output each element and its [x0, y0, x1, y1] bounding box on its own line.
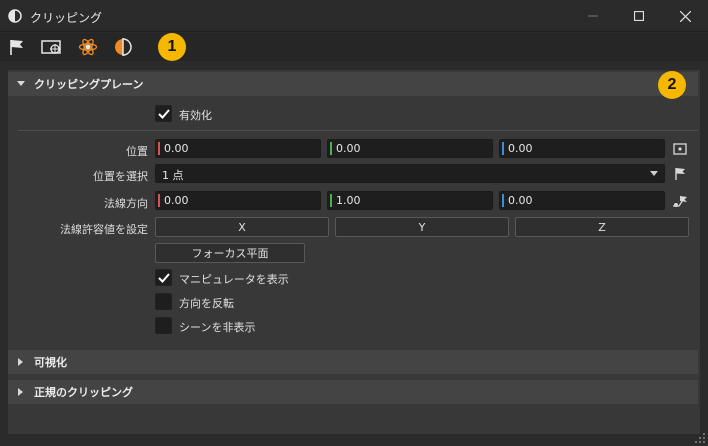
normal-x-value: 0.00 — [164, 194, 189, 207]
pick-normal-button[interactable] — [672, 193, 688, 209]
half-circle-clip-icon — [115, 38, 132, 56]
frame-center-button[interactable] — [672, 141, 688, 157]
show-manipulator-checkbox[interactable] — [155, 269, 172, 286]
maximize-button[interactable] — [616, 0, 662, 32]
normal-z-value: 0.00 — [508, 194, 533, 207]
resize-grip-icon[interactable] — [694, 432, 706, 444]
window-title: クリッピング — [30, 11, 103, 25]
enabled-label: 有効化 — [179, 109, 212, 122]
x-axis-marker — [158, 194, 160, 207]
expanded-triangle-icon — [8, 81, 34, 87]
maximize-icon — [634, 11, 644, 21]
section-visualize-header[interactable]: 可視化 — [8, 350, 698, 374]
checkmark-icon — [157, 272, 170, 283]
app-half-circle-icon — [8, 9, 22, 23]
collapsed-triangle-icon — [8, 388, 34, 396]
flip-direction-label: 方向を反転 — [179, 297, 234, 310]
divider — [18, 130, 698, 131]
collapsed-triangle-icon — [8, 358, 34, 366]
hide-scene-label: シーンを非表示 — [179, 321, 256, 334]
pick-flag-button[interactable] — [672, 166, 688, 182]
pick-position-label: 位置を選択 — [93, 170, 148, 183]
close-icon — [679, 10, 691, 22]
set-normal-label: 法線許容値を設定 — [60, 223, 148, 236]
flip-direction-checkbox[interactable] — [155, 293, 172, 310]
pick-position-value: 1 点 — [162, 169, 184, 182]
y-axis-marker — [330, 142, 332, 155]
position-x-value: 0.00 — [164, 142, 189, 155]
section-clipping-plane-header[interactable]: クリッピングプレーン — [8, 72, 698, 96]
normal-y-field[interactable]: 1.00 — [327, 191, 493, 210]
section-regular-clipping-header[interactable]: 正規のクリッピング — [8, 380, 698, 404]
position-x-field[interactable]: 0.00 — [155, 139, 321, 158]
pick-position-select[interactable]: 1 点 — [155, 164, 665, 183]
pick-normal-icon — [673, 196, 687, 207]
section-title: クリッピングプレーン — [34, 78, 144, 91]
normal-y-value: 1.00 — [336, 194, 361, 207]
flag-icon — [675, 168, 685, 180]
camera-target-icon — [41, 40, 61, 54]
close-button[interactable] — [662, 0, 708, 32]
callout-badge-2: 2 — [658, 71, 686, 99]
atom-gear-icon — [78, 38, 98, 56]
z-axis-marker — [502, 194, 504, 207]
position-label: 位置 — [126, 145, 148, 158]
title-bar: クリッピング — [0, 0, 708, 32]
normal-direction-label: 法線方向 — [104, 197, 148, 210]
enabled-checkbox[interactable] — [155, 105, 172, 122]
frame-center-icon — [673, 143, 687, 155]
half-circle-clip-button[interactable] — [112, 36, 134, 58]
minimize-button[interactable] — [570, 0, 616, 32]
set-normal-z-button[interactable]: Z — [515, 217, 689, 237]
minimize-icon — [588, 15, 598, 17]
show-manipulator-label: マニピュレータを表示 — [179, 273, 289, 286]
z-axis-marker — [502, 142, 504, 155]
x-axis-marker — [158, 142, 160, 155]
hide-scene-checkbox[interactable] — [155, 317, 172, 334]
toolbar — [0, 33, 708, 61]
position-z-value: 0.00 — [508, 142, 533, 155]
focus-plane-button[interactable]: フォーカス平面 — [155, 243, 305, 263]
position-y-value: 0.00 — [336, 142, 361, 155]
section-title: 可視化 — [34, 356, 67, 369]
position-y-field[interactable]: 0.00 — [327, 139, 493, 158]
camera-target-button[interactable] — [40, 36, 64, 58]
atom-gear-button[interactable] — [77, 36, 99, 58]
flag-button[interactable] — [6, 36, 28, 58]
set-normal-x-button[interactable]: X — [155, 217, 329, 237]
y-axis-marker — [330, 194, 332, 207]
callout-badge-1: 1 — [158, 33, 186, 61]
normal-x-field[interactable]: 0.00 — [155, 191, 321, 210]
checkmark-icon — [157, 108, 170, 119]
section-title: 正規のクリッピング — [34, 386, 133, 399]
set-normal-y-button[interactable]: Y — [335, 217, 509, 237]
position-z-field[interactable]: 0.00 — [499, 139, 665, 158]
chevron-down-icon — [650, 171, 658, 176]
normal-z-field[interactable]: 0.00 — [499, 191, 665, 210]
flag-icon — [10, 40, 23, 55]
